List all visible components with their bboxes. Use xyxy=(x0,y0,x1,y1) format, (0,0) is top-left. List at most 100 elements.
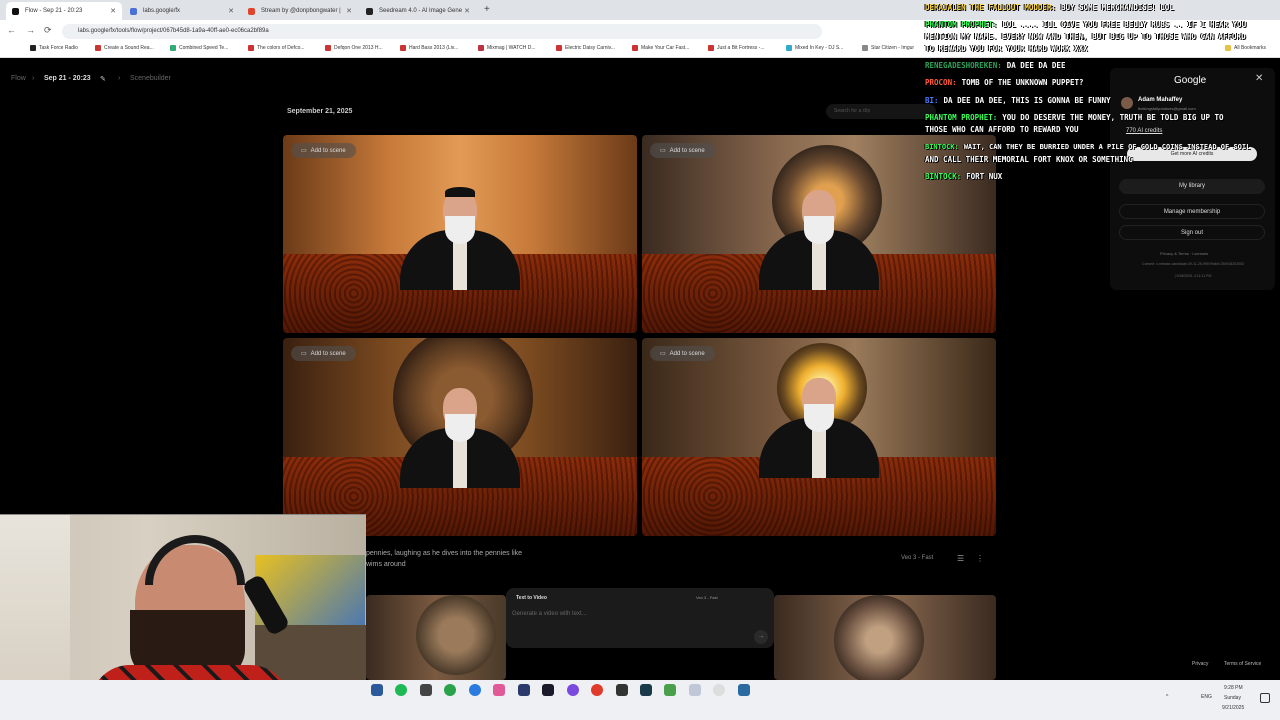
tab-labs-google[interactable]: labs.google/fx ✕ xyxy=(124,2,240,20)
add-to-scene-label: Add to scene xyxy=(669,147,705,154)
bookmark-item[interactable]: Defqon One 2013 H... xyxy=(325,45,383,51)
back-icon[interactable]: ← xyxy=(7,25,16,35)
chat-message: PhanTom Prophet: LOL .... ill give you fr… xyxy=(925,19,1246,30)
spotify-icon[interactable] xyxy=(395,684,407,696)
close-tab-icon[interactable]: ✕ xyxy=(110,7,116,15)
add-to-scene-label: Add to scene xyxy=(310,147,346,154)
bookmark-item[interactable]: Just a Bit Fortress -... xyxy=(708,45,765,51)
settings-icon[interactable] xyxy=(713,684,725,696)
chat-text: Buy some merchandise! LOL xyxy=(1060,3,1174,12)
bookmark-label: Mixed In Key - DJ S... xyxy=(795,45,844,51)
close-tab-icon[interactable]: ✕ xyxy=(228,7,234,15)
bookmark-item[interactable]: Star Citizen - Imgur xyxy=(862,45,914,51)
bookmark-item[interactable]: Electric Daisy Carniv... xyxy=(556,45,615,51)
clock-time[interactable]: 9:28 PM xyxy=(1224,685,1243,691)
sign-out-button[interactable]: Sign out xyxy=(1119,225,1265,240)
send-arrow-icon[interactable]: → xyxy=(754,630,768,644)
chat-message: those who can afford to reward you xyxy=(925,124,1079,135)
bookmark-item[interactable]: Mixed In Key - DJ S... xyxy=(786,45,843,51)
chevron-right-icon: › xyxy=(118,75,121,82)
film-icon: ▭ xyxy=(301,148,307,154)
man-figure xyxy=(759,190,879,290)
chat-message: to reward you for your hard work XXX xyxy=(925,43,1088,54)
close-tab-icon[interactable]: ✕ xyxy=(464,7,470,15)
forward-icon[interactable]: → xyxy=(26,25,35,35)
edit-icon[interactable]: ✎ xyxy=(100,75,106,83)
bookmark-label: Mixmag | WATCH D... xyxy=(487,45,536,51)
app-icon[interactable] xyxy=(542,684,554,696)
app-icon[interactable] xyxy=(567,684,579,696)
video-tile[interactable]: ▭ Add to scene xyxy=(283,338,637,536)
app-icon[interactable] xyxy=(518,684,530,696)
video-tile[interactable] xyxy=(366,595,506,680)
tab-seedream[interactable]: Seedream 4.0 - AI Image Gene ✕ xyxy=(360,2,476,20)
add-to-scene-button[interactable]: ▭ Add to scene xyxy=(650,143,715,158)
mode-select[interactable]: Text to Video xyxy=(516,595,547,601)
new-tab-button[interactable]: + xyxy=(484,4,490,15)
close-icon[interactable]: ✕ xyxy=(1255,73,1263,84)
bookmark-item[interactable]: The colors of Defco... xyxy=(248,45,305,51)
privacy-link[interactable]: Privacy xyxy=(1192,661,1208,667)
tab-flow[interactable]: Flow - Sep 21 - 20:23 ✕ xyxy=(6,2,122,20)
app-icon[interactable] xyxy=(420,684,432,696)
bookmark-icon xyxy=(325,45,331,51)
tab-stream[interactable]: Stream by @donpbongwater | ✕ xyxy=(242,2,358,20)
composer-model-select[interactable]: Veo 3 - Fast xyxy=(696,595,718,600)
all-bookmarks[interactable]: All Bookmarks xyxy=(1225,45,1266,51)
breadcrumb-project[interactable]: Sep 21 - 20:23 xyxy=(44,75,91,82)
chat-user: Bi: xyxy=(925,96,939,105)
clip-search-input[interactable]: Search for a clip xyxy=(826,104,936,119)
stream-favicon-icon xyxy=(248,7,255,15)
video-tile[interactable]: ▭ Add to scene xyxy=(283,135,637,333)
breadcrumb-root[interactable]: Flow xyxy=(11,75,26,82)
filter-icon[interactable]: ☰ xyxy=(957,554,964,563)
chat-user: PhanTom Prophet: xyxy=(925,113,998,122)
breadcrumb-scenebuilder[interactable]: Scenebuilder xyxy=(130,75,171,82)
bookmark-item[interactable]: Combined Speed Te... xyxy=(170,45,228,51)
chrome-icon[interactable] xyxy=(444,684,456,696)
video-tile[interactable]: ▭ Add to scene xyxy=(642,338,996,536)
video-tile[interactable] xyxy=(774,595,996,680)
app-icon[interactable] xyxy=(493,684,505,696)
reload-icon[interactable]: ⟳ xyxy=(44,25,52,36)
close-tab-icon[interactable]: ✕ xyxy=(346,7,352,15)
chat-message: Bintock: Fort Nux xyxy=(925,171,1002,182)
chat-message: Bintock: Wait, can they be burried under … xyxy=(925,142,1250,153)
bookmark-item[interactable]: Task Force Radio xyxy=(30,45,78,51)
steam-icon[interactable] xyxy=(371,684,383,696)
app-icon[interactable] xyxy=(640,684,652,696)
more-options-icon[interactable]: ⋮ xyxy=(976,554,984,563)
chat-text: those who can afford to reward you xyxy=(925,125,1079,134)
terms-link[interactable]: Terms of Service xyxy=(1224,661,1261,667)
privacy-terms-links[interactable]: Privacy & Terms · Licenses xyxy=(1160,251,1208,256)
chat-user: Derajalen The Fallout Modder: xyxy=(925,3,1056,12)
bookmark-item[interactable]: Make Your Car Fast... xyxy=(632,45,689,51)
add-to-scene-button[interactable]: ▭ Add to scene xyxy=(650,346,715,361)
language-indicator[interactable]: ENG xyxy=(1201,694,1212,700)
app-icon[interactable] xyxy=(738,684,750,696)
bookmark-label: Combined Speed Te... xyxy=(179,45,229,51)
chat-message: and call their memorial Fort Knox or som… xyxy=(925,154,1133,165)
obs-icon[interactable] xyxy=(591,684,603,696)
my-library-button[interactable]: My library xyxy=(1119,179,1265,194)
tray-expand-icon[interactable]: ^ xyxy=(1166,694,1168,700)
prompt-input[interactable]: Generate a video with text... xyxy=(512,611,587,617)
bookmark-item[interactable]: Hard Bass 2013 (Liv... xyxy=(400,45,458,51)
bookmark-icon xyxy=(95,45,101,51)
build-commit: Commit: v-release-candidate-09-11-25-999… xyxy=(1142,262,1244,266)
bookmark-item[interactable]: Mixmag | WATCH D... xyxy=(478,45,536,51)
chat-user: Procon: xyxy=(925,78,957,87)
chat-text: to reward you for your hard work XXX xyxy=(925,44,1088,53)
add-to-scene-button[interactable]: ▭ Add to scene xyxy=(291,143,356,158)
manage-membership-button[interactable]: Manage membership xyxy=(1119,204,1265,219)
bookmark-item[interactable]: Create a Sound Rea... xyxy=(95,45,154,51)
notification-icon[interactable] xyxy=(1260,693,1270,703)
url-bar[interactable]: labs.google/fx/tools/flow/project/067b45… xyxy=(62,24,822,39)
ai-credits-link[interactable]: 770 AI credits xyxy=(1126,128,1162,134)
app-icon[interactable] xyxy=(664,684,676,696)
add-to-scene-button[interactable]: ▭ Add to scene xyxy=(291,346,356,361)
tab-label: Seedream 4.0 - AI Image Gene xyxy=(379,8,463,14)
app-icon[interactable] xyxy=(689,684,701,696)
app-icon[interactable] xyxy=(616,684,628,696)
edge-icon[interactable] xyxy=(469,684,481,696)
